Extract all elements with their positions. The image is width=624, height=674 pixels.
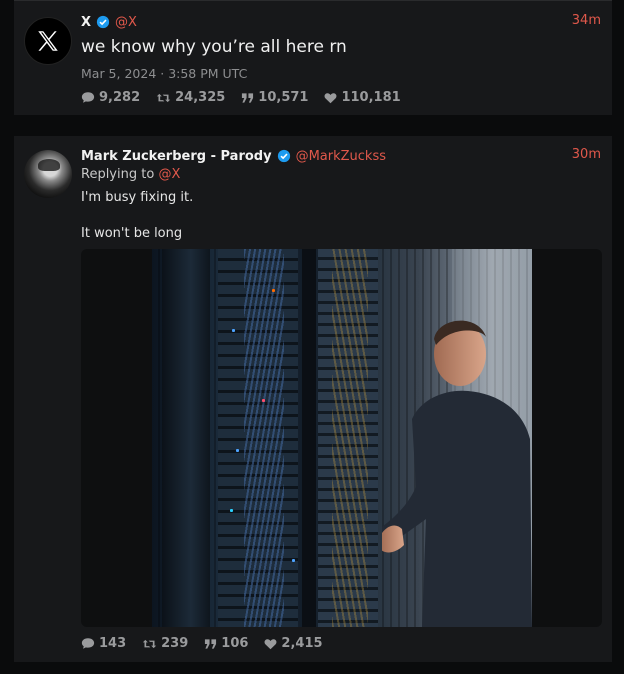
author-handle[interactable]: @X: [115, 15, 137, 30]
quote-count: 10,571: [258, 90, 309, 105]
tweet-text-line1: I'm busy fixing it.: [81, 190, 194, 205]
comment-icon: [81, 638, 95, 649]
tweet-header: Mark Zuckerberg - Parody @MarkZuckss: [81, 147, 386, 165]
reply-count: 143: [99, 636, 127, 651]
heart-icon: [325, 92, 337, 103]
like-count: 2,415: [281, 636, 323, 651]
retweet-stat[interactable]: 24,325: [156, 90, 225, 105]
comment-icon: [81, 92, 95, 103]
tweet-text: we know why you’re all here rn: [81, 37, 347, 57]
tweet-time[interactable]: 34m: [572, 13, 601, 28]
quote-count: 106: [221, 636, 249, 651]
retweet-count: 239: [161, 636, 189, 651]
quote-icon: [242, 92, 254, 103]
server-room-photo[interactable]: [152, 249, 532, 627]
reply-stat[interactable]: 9,282: [81, 90, 140, 105]
x-logo-avatar[interactable]: [24, 17, 72, 65]
tweet-card[interactable]: X @X 34m we know why you’re all here rn …: [14, 0, 612, 115]
tweet-stats: 9,282 24,325 10,571 110,181: [81, 90, 401, 105]
reply-stat[interactable]: 143: [81, 636, 126, 651]
tweet-header: X @X: [81, 13, 137, 31]
tweet-stats: 143 239 106 2,415: [81, 636, 323, 651]
x-logo-icon: [38, 31, 58, 51]
author-handle[interactable]: @MarkZuckss: [296, 149, 386, 164]
replying-label: Replying to: [81, 167, 155, 182]
quote-stat[interactable]: 106: [204, 636, 248, 651]
replying-handle-link[interactable]: @X: [158, 167, 180, 182]
tweet-media[interactable]: [81, 249, 602, 627]
verified-icon: [96, 15, 110, 29]
like-stat[interactable]: 2,415: [264, 636, 323, 651]
quote-icon: [205, 638, 217, 649]
avatar[interactable]: [24, 150, 72, 198]
tweet-text-line2: It won't be long: [81, 226, 183, 241]
quote-stat[interactable]: 10,571: [241, 90, 308, 105]
author-name[interactable]: X: [81, 15, 91, 30]
retweet-count: 24,325: [175, 90, 226, 105]
heart-icon: [264, 638, 277, 649]
retweet-stat[interactable]: 239: [142, 636, 188, 651]
retweet-icon: [156, 93, 171, 102]
tweet-time[interactable]: 30m: [572, 147, 601, 162]
verified-icon: [277, 149, 291, 163]
replying-to: Replying to @X: [81, 167, 180, 182]
like-stat[interactable]: 110,181: [324, 90, 401, 105]
retweet-icon: [142, 639, 157, 648]
tweet-date[interactable]: Mar 5, 2024 · 3:58 PM UTC: [81, 66, 247, 81]
like-count: 110,181: [341, 90, 401, 105]
reply-count: 9,282: [99, 90, 141, 105]
person-figure: [382, 320, 532, 627]
tweet-card[interactable]: Mark Zuckerberg - Parody @MarkZuckss 30m…: [14, 136, 612, 662]
author-name[interactable]: Mark Zuckerberg - Parody: [81, 149, 272, 164]
